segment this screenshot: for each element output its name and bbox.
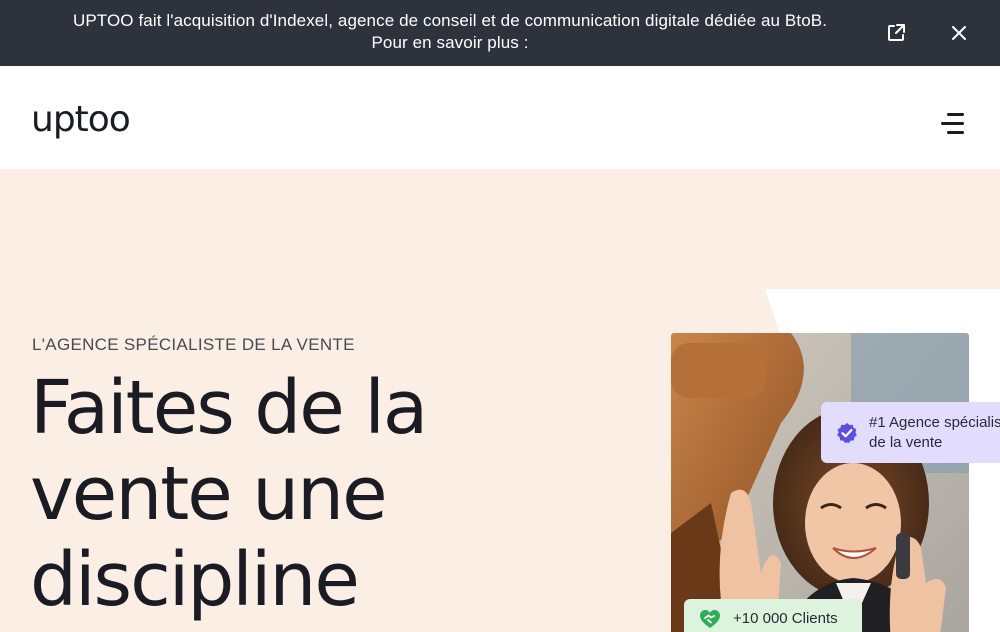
headline-line-1: Faites de la xyxy=(30,365,428,451)
hero-section: L'AGENCE SPÉCIALISTE DE LA VENTE Faites … xyxy=(0,169,1000,632)
clients-count-badge: +10 000 Clients xyxy=(684,599,862,632)
agency-rank-badge: #1 Agence spécialiste de la vente xyxy=(821,402,1000,463)
banner-line-1: UPTOO fait l'acquisition d'Indexel, agen… xyxy=(72,11,828,30)
heart-handshake-icon xyxy=(700,610,720,628)
external-link-button[interactable] xyxy=(884,21,908,45)
close-banner-button[interactable] xyxy=(947,21,971,45)
hamburger-menu-icon xyxy=(947,113,964,116)
site-header: uptoo xyxy=(0,66,1000,169)
verified-check-icon xyxy=(837,423,857,444)
hamburger-bar xyxy=(947,131,964,134)
clients-count-text: +10 000 Clients xyxy=(733,610,838,627)
agency-rank-text: #1 Agence spécialiste de la vente xyxy=(869,414,1000,451)
hamburger-menu-button[interactable] xyxy=(939,113,969,139)
hero-eyebrow: L'AGENCE SPÉCIALISTE DE LA VENTE xyxy=(32,335,355,354)
headline-line-2: vente une xyxy=(30,451,388,537)
external-link-icon xyxy=(888,24,905,41)
hero-headline: Faites de la vente une discipline xyxy=(30,365,590,623)
close-icon xyxy=(952,26,966,40)
announcement-banner: UPTOO fait l'acquisition d'Indexel, agen… xyxy=(0,0,1000,66)
hamburger-bar xyxy=(941,122,964,125)
headline-line-3: discipline xyxy=(30,537,360,623)
banner-text[interactable]: UPTOO fait l'acquisition d'Indexel, agen… xyxy=(20,10,880,54)
hero-photo-woman-on-phone xyxy=(671,333,969,632)
uptoo-logo[interactable]: uptoo xyxy=(31,102,131,138)
banner-line-2: Pour en savoir plus : xyxy=(371,33,529,52)
